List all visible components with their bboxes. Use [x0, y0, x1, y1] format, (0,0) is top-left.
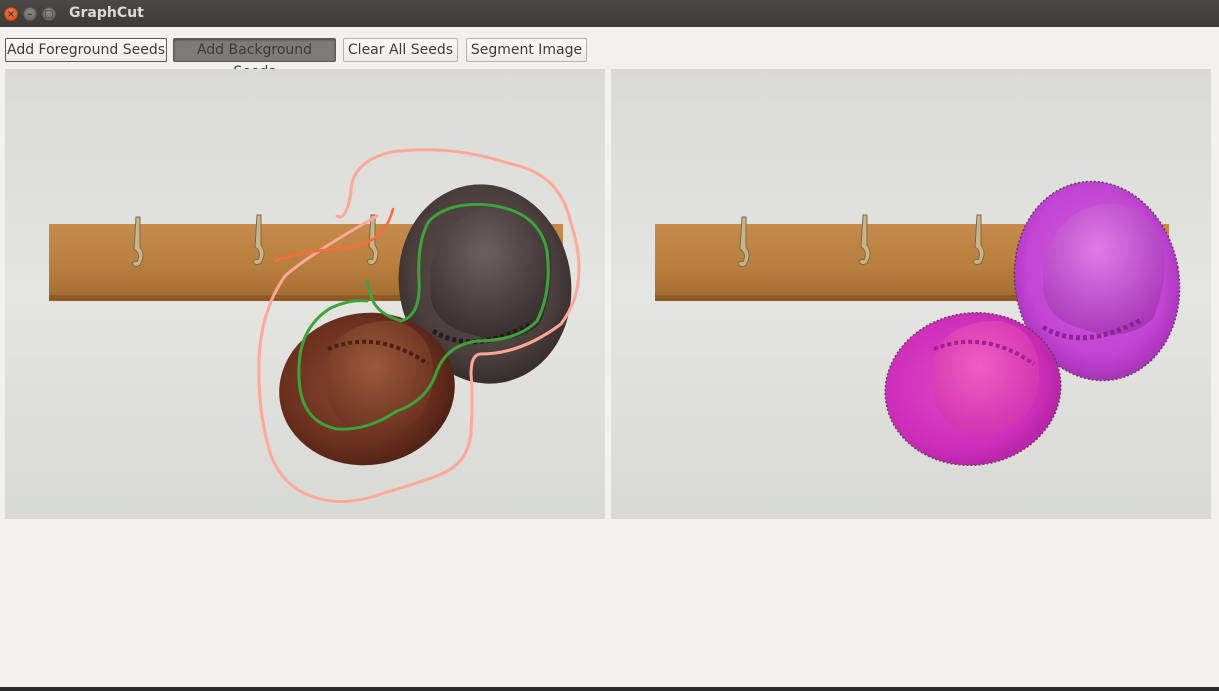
clear-all-seeds-button[interactable]: Clear All Seeds: [343, 38, 458, 62]
input-image-canvas[interactable]: [5, 69, 605, 519]
maximize-icon[interactable]: □: [42, 7, 56, 21]
segmentation-result-image: [611, 69, 1211, 519]
minimize-icon[interactable]: –: [23, 7, 37, 21]
segmentation-result-canvas: [611, 69, 1211, 519]
title-bar: × – □ GraphCut: [0, 0, 1219, 27]
window-title: GraphCut: [69, 5, 144, 21]
segment-image-button[interactable]: Segment Image: [466, 38, 587, 62]
input-image: [5, 69, 605, 519]
close-icon[interactable]: ×: [4, 7, 18, 21]
bottom-border: [0, 687, 1219, 691]
add-foreground-seeds-button[interactable]: Add Foreground Seeds: [5, 38, 167, 62]
add-background-seeds-button[interactable]: Add Background Seeds: [173, 38, 336, 80]
